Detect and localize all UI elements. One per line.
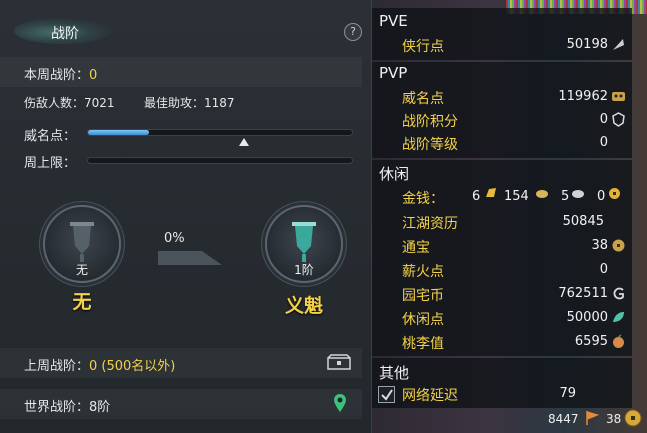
weekly-cap-label: 周上限： [24, 156, 77, 171]
leisure-item-label: 休闲点 [402, 312, 444, 328]
leaf-icon [613, 312, 624, 322]
weekly-rank-value: 0 [89, 68, 98, 83]
bottom-status-bar: 8447 38 [540, 408, 647, 430]
copper-ingot-icon [572, 190, 584, 198]
current-rank-emblem[interactable]: 无 [43, 205, 121, 283]
crest-icon [612, 112, 625, 127]
weekly-cap-progress-bar [87, 157, 353, 164]
pvp-item-value: 0 [599, 112, 608, 127]
mask-icon [612, 92, 625, 101]
next-rank-level: 1阶 [294, 263, 314, 277]
next-rank-emblem[interactable]: 1阶 [265, 205, 343, 283]
bottom-status-value: 8447 [548, 412, 579, 426]
money-copper-value: 5 [561, 189, 570, 204]
rank-panel: 战阶 ? 本周战阶：0 伤敌人数：7021 最佳助攻：1187 威名点： 周上限… [0, 0, 372, 433]
coin-icon [609, 188, 620, 199]
pve-item-value: 50198 [566, 37, 608, 52]
weekly-cap-row: 周上限： [0, 146, 362, 176]
leisure-item-label: 园宅币 [402, 288, 444, 304]
pvp-title: PVP [379, 64, 408, 82]
network-latency-label: 网络延迟 [402, 388, 458, 404]
leisure-item-label: 江湖资历 [402, 216, 458, 232]
pvp-item-value: 119962 [558, 89, 608, 104]
pve-section: PVE 侠行点 50198 [372, 8, 632, 60]
current-rank-name: 无 [72, 291, 92, 313]
leisure-item-value: 6595 [574, 334, 608, 349]
last-week-value: 0 (500名以外) [89, 359, 176, 374]
pve-title: PVE [379, 12, 408, 30]
pve-item-label: 侠行点 [402, 39, 444, 55]
money-label: 金钱： [402, 191, 444, 207]
last-week-row: 上周战阶：0 (500名以外) [0, 348, 362, 378]
current-rank-level: 无 [75, 263, 88, 277]
weekly-rank-row: 本周战阶：0 [0, 57, 362, 87]
panel-title: 战阶 [51, 26, 79, 42]
arrow-right-icon [158, 251, 222, 265]
last-week-label: 上周战阶： [24, 359, 90, 374]
feather-icon [613, 39, 624, 50]
checkmark-icon [381, 389, 393, 401]
coin-icon [612, 239, 625, 252]
next-rank-name: 义魁 [284, 295, 323, 317]
pvp-item-label: 威名点 [402, 91, 444, 107]
rank-banner-icon [292, 222, 316, 262]
pvp-section: PVP 威名点 119962 战阶积分 0 战阶等级 0 [372, 62, 632, 158]
world-rank-label: 世界战阶： [24, 400, 90, 415]
rank-banner-icon [70, 222, 94, 262]
enemies-label: 伤敌人数： [24, 96, 85, 110]
world-rank-row: 世界战阶：8阶 [0, 389, 362, 419]
leisure-item-value: 38 [591, 238, 608, 253]
pvp-item-label: 战阶积分 [402, 114, 458, 130]
leisure-item-label: 桃李值 [402, 336, 444, 352]
network-latency-value: 79 [559, 386, 576, 401]
prestige-row: 威名点： [0, 117, 362, 147]
leisure-item-value: 0 [599, 262, 608, 277]
prestige-progress-bar [87, 129, 353, 146]
money-gold-value: 6 [472, 189, 481, 204]
bottom-coins-value: 38 [606, 412, 622, 426]
panel-header: 战阶 ? [0, 12, 372, 46]
coin-icon[interactable] [624, 409, 642, 427]
stats-row: 伤敌人数：7021 最佳助攻：1187 [0, 87, 362, 117]
weekly-rank-label: 本周战阶： [24, 68, 90, 83]
money-silver-value: 154 [504, 189, 529, 204]
other-title: 其他 [379, 364, 410, 382]
pvp-item-label: 战阶等级 [402, 137, 458, 153]
help-icon[interactable]: ? [344, 23, 362, 41]
chest-icon[interactable] [327, 354, 351, 370]
best-assist-value: 1187 [204, 96, 235, 110]
garden-coin-icon [613, 287, 624, 300]
leisure-item-value: 50000 [566, 310, 608, 325]
prestige-progress-fill [88, 130, 149, 135]
network-latency-checkbox[interactable] [378, 386, 395, 403]
leisure-item-value: 762511 [558, 286, 608, 301]
silver-ingot-icon [536, 190, 548, 198]
prestige-marker-icon [238, 138, 249, 146]
money-extra-value: 0 [597, 189, 606, 204]
world-rank-value: 8阶 [89, 400, 111, 415]
location-pin-icon[interactable] [333, 393, 347, 413]
leisure-title: 休闲 [379, 165, 410, 183]
peach-icon [613, 334, 624, 348]
leisure-item-label: 薪火点 [402, 264, 444, 280]
best-assist-label: 最佳助攻： [144, 96, 205, 110]
leisure-section: 休闲 金钱： 6 154 5 0 江湖资历 50845 通宝 38 薪火点 0 … [372, 160, 632, 356]
enemies-value: 7021 [84, 96, 115, 110]
prestige-label: 威名点： [24, 129, 77, 144]
progress-percent: 0% [164, 231, 185, 246]
leisure-item-value: 50845 [562, 214, 604, 229]
leisure-item-label: 通宝 [402, 240, 430, 256]
flag-icon[interactable] [584, 410, 600, 426]
currency-panel: PVE 侠行点 50198 PVP 威名点 119962 战阶积分 0 战阶等级… [372, 0, 647, 433]
other-section: 其他 网络延迟 79 [372, 358, 632, 408]
gold-ingot-icon [486, 188, 496, 197]
pvp-item-value: 0 [599, 135, 608, 150]
